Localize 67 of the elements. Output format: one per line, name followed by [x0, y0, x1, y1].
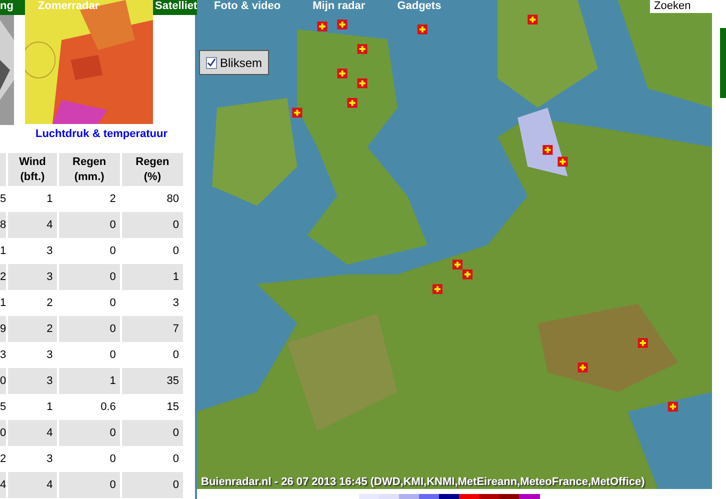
nav-bar-segment [0, 0, 25, 15]
table-cell: 0 [122, 212, 183, 238]
nav-link[interactable]: Foto & video [214, 1, 281, 12]
table-cell-text: 2 [108, 192, 117, 206]
table-cell: 0 [122, 420, 183, 446]
table-cell: 0 [122, 472, 183, 498]
table-cell: 0 [58, 472, 120, 498]
table-cell-text: 0 [108, 452, 117, 466]
table-cell: 4 [8, 420, 57, 446]
thumbnail-link[interactable]: Luchtdruk & temperatuur [35, 126, 168, 142]
table-cell-text: 5 [0, 192, 6, 206]
column-header [0, 153, 6, 186]
nav-link[interactable]: Gadgets [397, 1, 442, 12]
table-cell-text: 80 [166, 192, 180, 206]
layer-label: Bliksem [220, 54, 262, 72]
table-cell-text: 1 [0, 244, 6, 258]
table-cell-text: 15 [166, 400, 180, 414]
nav-link[interactable]: Satelliet [155, 1, 198, 12]
table-cell-text: 0.6 [100, 400, 117, 414]
table-cell: 2 [8, 316, 57, 342]
column-header: Wind (bft.) [8, 153, 57, 186]
search-field[interactable]: Zoeken [650, 0, 712, 13]
checkbox[interactable] [206, 56, 217, 68]
table-cell: 2 [0, 264, 6, 290]
table-cell-text: 0 [108, 348, 117, 362]
table-cell-text: 3 [46, 452, 54, 466]
table-cell-text: 5 [0, 400, 6, 414]
table-cell: 0 [58, 212, 120, 238]
table-cell: 0 [58, 420, 120, 446]
table-cell: 4 [8, 212, 57, 238]
table-cell: 0 [58, 264, 120, 290]
check-icon [207, 58, 216, 67]
table-cell: 3 [8, 264, 57, 290]
table-cell-text: 0 [172, 452, 180, 466]
table-cell: 0 [0, 368, 6, 394]
table-cell-text: 0 [172, 244, 180, 258]
table-cell-text: 3 [46, 348, 54, 362]
layer-toggle[interactable]: Bliksem [199, 50, 269, 75]
table-cell: 8 [0, 212, 6, 238]
table-cell: 4 [0, 472, 6, 498]
table-cell-text: 3 [0, 348, 6, 362]
table-cell: 0 [0, 420, 6, 446]
nav-link[interactable]: ng [0, 1, 30, 12]
table-cell-text: 3 [46, 244, 54, 258]
table-cell: 9 [0, 316, 6, 342]
table-cell: 1 [122, 264, 183, 290]
table-cell-text: 0 [172, 348, 180, 362]
table-cell-text: 2 [0, 452, 6, 466]
table-cell-text: 0 [108, 296, 117, 310]
table-cell-text: 1 [0, 296, 6, 310]
table-cell-text: 0 [108, 244, 117, 258]
table-cell: 0 [58, 316, 120, 342]
table-cell-text: 3 [172, 296, 180, 310]
table-cell: 7 [122, 316, 183, 342]
nav-bar-segment [153, 0, 197, 15]
column-header: Regen (%) [122, 153, 183, 186]
table-cell: 4 [8, 472, 57, 498]
table-cell: 35 [122, 368, 183, 394]
table-cell: 3 [8, 368, 57, 394]
color-scale-icon [359, 494, 542, 499]
table-cell-text: 2 [46, 296, 54, 310]
table-cell: 1 [58, 368, 120, 394]
table-cell-text: 1 [46, 400, 54, 414]
map-caption: Buienradar.nl - 26 07 2013 16:45 (DWD,KMI,KNMI,MetEireann,MeteoFrance,MetOffice) [201, 477, 645, 488]
nav-link[interactable]: Mijn radar [312, 1, 366, 12]
table-cell-text: 1 [46, 192, 54, 206]
column-header: Regen (mm.) [58, 153, 120, 186]
